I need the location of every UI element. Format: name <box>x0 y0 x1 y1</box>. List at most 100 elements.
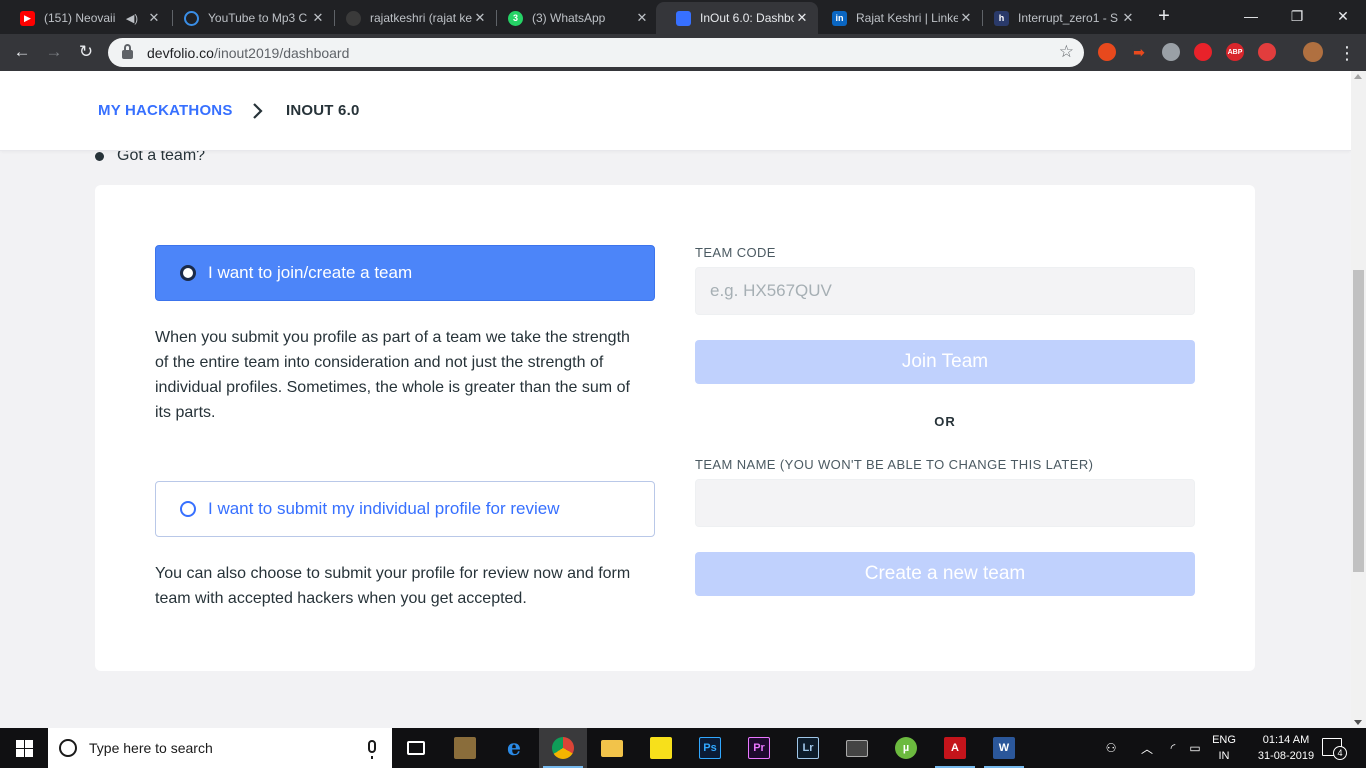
clock-time: 01:14 AM <box>1262 734 1310 746</box>
people-icon[interactable]: ⚇ <box>1100 728 1122 768</box>
cloud-download-icon <box>184 10 199 26</box>
new-tab-button[interactable]: + <box>1153 5 1175 27</box>
windows-start-button[interactable] <box>0 728 48 768</box>
tray-expand-chevron-icon[interactable]: ︿ <box>1138 728 1156 768</box>
browser-tab-linkedin[interactable]: in Rajat Keshri | Linke ✕ <box>812 2 982 34</box>
taskbar-clock[interactable]: 01:14 AM 31-08-2019 <box>1250 732 1322 764</box>
individual-profile-option[interactable]: I want to submit my individual profile f… <box>155 481 655 537</box>
youtube-icon: ▶ <box>20 10 35 26</box>
task-view-icon[interactable] <box>392 728 440 768</box>
scrollbar-thumb[interactable] <box>1353 270 1364 572</box>
taskbar-app-utorrent[interactable]: µ <box>882 728 930 768</box>
team-name-input[interactable] <box>695 479 1195 527</box>
breadcrumb-my-hackathons[interactable]: MY HACKATHONS <box>98 102 233 119</box>
chrome-icon <box>552 737 574 759</box>
extension-arrow-icon[interactable]: ➡ <box>1130 43 1148 61</box>
microphone-icon[interactable] <box>368 740 376 759</box>
utorrent-icon: µ <box>895 737 917 759</box>
taskbar-app-premiere[interactable]: Pr <box>735 728 783 768</box>
or-divider: OR <box>934 414 956 429</box>
cortana-circle-icon <box>59 739 77 757</box>
join-team-button[interactable]: Join Team <box>695 340 1195 384</box>
github-icon <box>346 10 361 26</box>
taskbar-app-chrome[interactable] <box>539 728 587 768</box>
browser-tab-youtube-mp3[interactable]: YouTube to Mp3 C ✕ <box>164 2 334 34</box>
close-tab-icon[interactable]: ✕ <box>634 10 650 26</box>
close-tab-icon[interactable]: ✕ <box>958 10 974 26</box>
team-selection-card: I want to join/create a team When you su… <box>95 185 1255 671</box>
browser-tab-github[interactable]: rajatkeshri (rajat ke ✕ <box>326 2 496 34</box>
linkedin-icon: in <box>832 10 847 26</box>
terminal-icon <box>846 739 868 757</box>
taskbar-app-file-explorer[interactable] <box>588 728 636 768</box>
extension-fire-icon[interactable] <box>1098 43 1116 61</box>
address-bar[interactable]: devfolio.co/inout2019/dashboard ☆ <box>108 38 1084 67</box>
radio-unselected-icon[interactable] <box>180 501 196 517</box>
notification-count-badge: 4 <box>1333 746 1347 760</box>
wifi-icon[interactable]: ◜ <box>1162 728 1184 768</box>
back-arrow-icon[interactable]: ← <box>9 39 35 65</box>
browser-menu-icon[interactable]: ⋮ <box>1338 42 1356 64</box>
acrobat-icon: A <box>944 737 966 759</box>
close-tab-icon[interactable]: ✕ <box>472 10 488 26</box>
scroll-down-arrow-icon[interactable] <box>1354 720 1362 725</box>
bookmark-star-icon[interactable]: ☆ <box>1059 42 1074 62</box>
close-tab-icon[interactable]: ✕ <box>146 10 162 26</box>
extension-discord-icon[interactable] <box>1162 43 1180 61</box>
taskbar-app-settings-tool[interactable] <box>441 728 489 768</box>
profile-avatar[interactable] <box>1303 42 1323 62</box>
individual-profile-description: You can also choose to submit your profi… <box>155 565 631 607</box>
taskbar-app-word[interactable]: W <box>980 728 1028 768</box>
browser-tab-inout-dashboard[interactable]: InOut 6.0: Dashboa ✕ <box>656 2 818 34</box>
tab-title: rajatkeshri (rajat ke <box>370 11 472 25</box>
speaker-icon[interactable]: ◀) <box>126 12 138 25</box>
taskbar-app-sticky-notes[interactable] <box>637 728 685 768</box>
forward-arrow-icon[interactable]: → <box>41 39 67 65</box>
close-tab-icon[interactable]: ✕ <box>794 10 810 26</box>
whatsapp-icon: 3 <box>508 10 523 26</box>
photoshop-icon: Ps <box>699 737 721 759</box>
restore-window-icon[interactable]: ❐ <box>1274 0 1320 32</box>
browser-tab-hackerrank[interactable]: h Interrupt_zero1 - S ✕ <box>974 2 1144 34</box>
team-code-input[interactable] <box>695 267 1195 315</box>
taskbar-app-acrobat[interactable]: A <box>931 728 979 768</box>
devfolio-icon <box>676 10 691 26</box>
join-create-team-label: I want to join/create a team <box>208 263 413 282</box>
browser-toolbar: ← → ↻ devfolio.co/inout2019/dashboard ☆ … <box>0 34 1366 71</box>
join-create-team-option[interactable]: I want to join/create a team <box>155 245 655 301</box>
browser-tab-youtube[interactable]: ▶ (151) Neovaii ◀) ✕ <box>0 2 170 34</box>
close-window-icon[interactable]: ✕ <box>1320 0 1366 32</box>
taskbar-app-photoshop[interactable]: Ps <box>686 728 734 768</box>
page-scrollbar[interactable] <box>1351 71 1366 728</box>
minimize-window-icon[interactable]: — <box>1228 0 1274 32</box>
taskbar-app-lightroom[interactable]: Lr <box>784 728 832 768</box>
browser-tab-whatsapp[interactable]: 3 (3) WhatsApp ✕ <box>488 2 658 34</box>
extension-camera-icon[interactable] <box>1258 43 1276 61</box>
close-tab-icon[interactable]: ✕ <box>310 10 326 26</box>
extension-hand-icon[interactable] <box>1194 43 1212 61</box>
tab-title: Rajat Keshri | Linke <box>856 11 958 25</box>
team-name-label: TEAM NAME (YOU WON'T BE ABLE TO CHANGE T… <box>695 457 1094 472</box>
tab-title: InOut 6.0: Dashboa <box>700 11 794 25</box>
close-tab-icon[interactable]: ✕ <box>1120 10 1136 26</box>
region-code: IN <box>1218 750 1230 762</box>
taskbar-app-edge[interactable]: e <box>490 728 538 768</box>
folder-icon <box>601 739 623 757</box>
sticky-notes-icon <box>650 737 672 759</box>
adblock-plus-icon[interactable]: ABP <box>1226 43 1244 61</box>
taskbar-search-box[interactable]: Type here to search <box>48 728 392 768</box>
breadcrumb-current-hackathon: INOUT 6.0 <box>286 102 360 119</box>
create-team-button[interactable]: Create a new team <box>695 552 1195 596</box>
browser-tab-strip: ▶ (151) Neovaii ◀) ✕ YouTube to Mp3 C ✕ … <box>0 0 1366 34</box>
join-create-team-description: When you submit you profile as part of a… <box>155 329 630 421</box>
language-indicator[interactable]: ENG IN <box>1207 732 1241 764</box>
scroll-up-arrow-icon[interactable] <box>1354 74 1362 79</box>
tab-title: Interrupt_zero1 - S <box>1018 11 1119 25</box>
tab-title: (3) WhatsApp <box>532 11 606 25</box>
tab-title: YouTube to Mp3 C <box>208 11 308 25</box>
reload-icon[interactable]: ↻ <box>73 39 99 65</box>
taskbar-app-terminal[interactable] <box>833 728 881 768</box>
battery-icon[interactable]: ▭ <box>1184 728 1206 768</box>
radio-selected-icon[interactable] <box>180 265 196 281</box>
tab-title: (151) Neovaii <box>44 11 116 25</box>
